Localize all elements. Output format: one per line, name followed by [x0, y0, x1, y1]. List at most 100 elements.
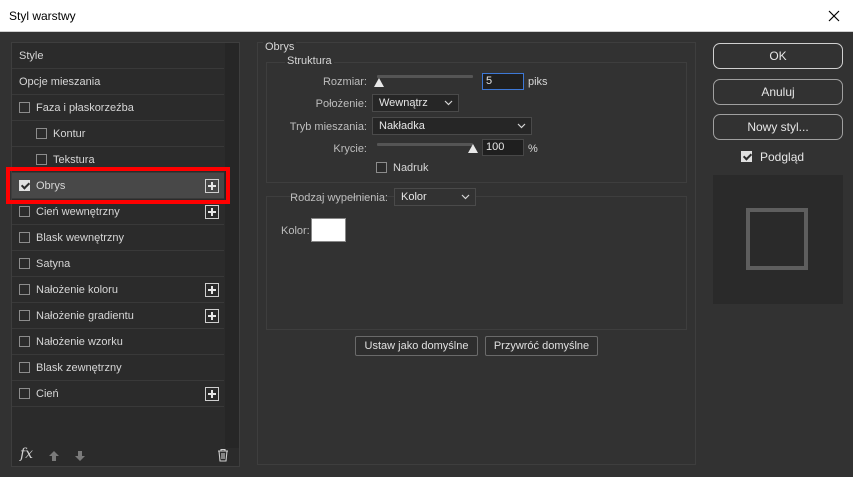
style-checkbox-wrap	[12, 362, 36, 373]
style-checkbox[interactable]	[18, 258, 30, 269]
blend-mode-value: Nakładka	[379, 120, 425, 132]
style-item-blask-wewnętrzny[interactable]: Blask wewnętrzny	[12, 225, 224, 251]
fx-icon[interactable]: fx	[20, 446, 33, 462]
add-style-icon[interactable]	[205, 283, 219, 297]
style-checkbox[interactable]	[18, 362, 30, 373]
styles-list: Style Opcje mieszania Faza i płaskorzeźba K…	[12, 43, 224, 407]
stroke-title: Obrys	[263, 41, 297, 53]
position-dropdown[interactable]: Wewnątrz	[372, 94, 459, 112]
style-checkbox[interactable]	[18, 206, 30, 217]
style-item-label: Cień wewnętrzny	[36, 205, 120, 218]
style-item-label: Nałożenie gradientu	[36, 309, 134, 322]
blend-mode-dropdown[interactable]: Nakładka	[372, 117, 532, 135]
style-checkbox[interactable]	[18, 388, 30, 399]
preview-label: Podgląd	[760, 150, 805, 164]
size-unit: piks	[528, 76, 548, 88]
style-item-cień[interactable]: Cień	[12, 381, 224, 407]
size-input[interactable]: 5	[482, 73, 524, 90]
style-checkbox-wrap	[12, 336, 36, 347]
highlight-box	[6, 167, 230, 204]
add-style-icon[interactable]	[205, 387, 219, 401]
style-item-label: Kontur	[53, 127, 86, 140]
style-item-label: Style	[19, 49, 44, 62]
fill-type-dropdown[interactable]: Kolor	[394, 188, 476, 206]
style-checkbox[interactable]	[18, 310, 30, 321]
style-checkbox[interactable]	[18, 232, 30, 243]
preview-checkbox[interactable]	[741, 151, 752, 162]
style-item-nałożenie-gradientu[interactable]: Nałożenie gradientu	[12, 303, 224, 329]
window-title: Styl warstwy	[9, 9, 76, 23]
size-slider[interactable]	[377, 75, 473, 78]
style-checkbox-wrap	[12, 102, 36, 113]
ok-button[interactable]: OK	[713, 43, 843, 69]
style-item-blask-zewnętrzny[interactable]: Blask zewnętrzny	[12, 355, 224, 381]
style-item-label: Opcje mieszania	[19, 75, 101, 88]
size-label: Rozmiar:	[322, 76, 367, 88]
style-item-label: Tekstura	[53, 153, 95, 166]
style-checkbox[interactable]	[18, 102, 30, 113]
new-style-button[interactable]: Nowy styl...	[713, 114, 843, 140]
style-item-label: Nałożenie koloru	[36, 283, 118, 296]
set-default-button[interactable]: Ustaw jako domyślne	[355, 336, 478, 356]
blend-mode-label: Tryb mieszania:	[289, 121, 367, 133]
chevron-down-icon	[461, 194, 470, 200]
style-item-label: Cień	[36, 387, 59, 400]
style-item-nałożenie-koloru[interactable]: Nałożenie koloru	[12, 277, 224, 303]
close-icon	[828, 10, 840, 22]
style-item-nałożenie-wzorku[interactable]: Nałożenie wzorku	[12, 329, 224, 355]
preview-square	[746, 208, 808, 270]
overprint-checkbox[interactable]	[376, 162, 387, 173]
style-checkbox-wrap	[12, 388, 36, 399]
style-item-label: Blask zewnętrzny	[36, 361, 122, 374]
position-label: Położenie:	[315, 98, 367, 110]
styles-scrollbar[interactable]	[225, 43, 239, 448]
size-slider-thumb[interactable]	[373, 78, 384, 87]
style-item-style[interactable]: Style	[12, 43, 224, 69]
style-item-kontur[interactable]: Kontur	[12, 121, 224, 147]
style-item-label: Nałożenie wzorku	[36, 335, 123, 348]
style-checkbox-wrap	[12, 258, 36, 269]
structure-title: Struktura	[285, 55, 334, 67]
preview-thumbnail	[713, 175, 843, 304]
title-bar: Styl warstwy	[0, 0, 853, 32]
style-checkbox-wrap	[29, 128, 53, 139]
style-item-satyna[interactable]: Satyna	[12, 251, 224, 277]
style-checkbox[interactable]	[35, 128, 47, 139]
color-label: Kolor:	[281, 225, 310, 237]
chevron-down-icon	[444, 100, 453, 106]
style-checkbox[interactable]	[18, 284, 30, 295]
style-checkbox-wrap	[12, 206, 36, 217]
color-swatch[interactable]	[311, 218, 346, 242]
style-checkbox-wrap	[12, 310, 36, 321]
reset-default-button[interactable]: Przywróć domyślne	[485, 336, 598, 356]
style-item-faza-i-płaskorzeźba[interactable]: Faza i płaskorzeźba	[12, 95, 224, 121]
style-checkbox-wrap	[29, 154, 53, 165]
arrow-down-icon[interactable]	[74, 450, 86, 462]
opacity-slider-thumb[interactable]	[468, 144, 478, 153]
position-value: Wewnątrz	[379, 97, 428, 109]
add-style-icon[interactable]	[205, 205, 219, 219]
style-item-opcje-mieszania[interactable]: Opcje mieszania	[12, 69, 224, 95]
opacity-label: Krycie:	[333, 143, 367, 155]
styles-toolbar: fx	[12, 446, 239, 466]
fill-group	[266, 196, 687, 330]
opacity-unit: %	[528, 143, 538, 155]
styles-panel: Style Opcje mieszania Faza i płaskorzeźba K…	[11, 42, 240, 467]
style-item-label: Faza i płaskorzeźba	[36, 101, 134, 114]
overprint-label: Nadruk	[393, 162, 429, 174]
style-checkbox[interactable]	[18, 336, 30, 347]
style-checkbox[interactable]	[35, 154, 47, 165]
style-checkbox-wrap	[12, 284, 36, 295]
style-item-label: Blask wewnętrzny	[36, 231, 125, 244]
arrow-up-icon[interactable]	[48, 450, 60, 462]
opacity-slider[interactable]	[377, 143, 473, 146]
opacity-input[interactable]: 100	[482, 139, 524, 156]
close-button[interactable]	[815, 0, 853, 32]
trash-icon[interactable]	[217, 448, 229, 462]
layer-style-dialog: Style Opcje mieszania Faza i płaskorzeźba K…	[0, 32, 853, 477]
style-checkbox-wrap	[12, 232, 36, 243]
fill-type-label: Rodzaj wypełnienia:	[290, 192, 388, 204]
chevron-down-icon	[517, 123, 526, 129]
add-style-icon[interactable]	[205, 309, 219, 323]
cancel-button[interactable]: Anuluj	[713, 79, 843, 105]
